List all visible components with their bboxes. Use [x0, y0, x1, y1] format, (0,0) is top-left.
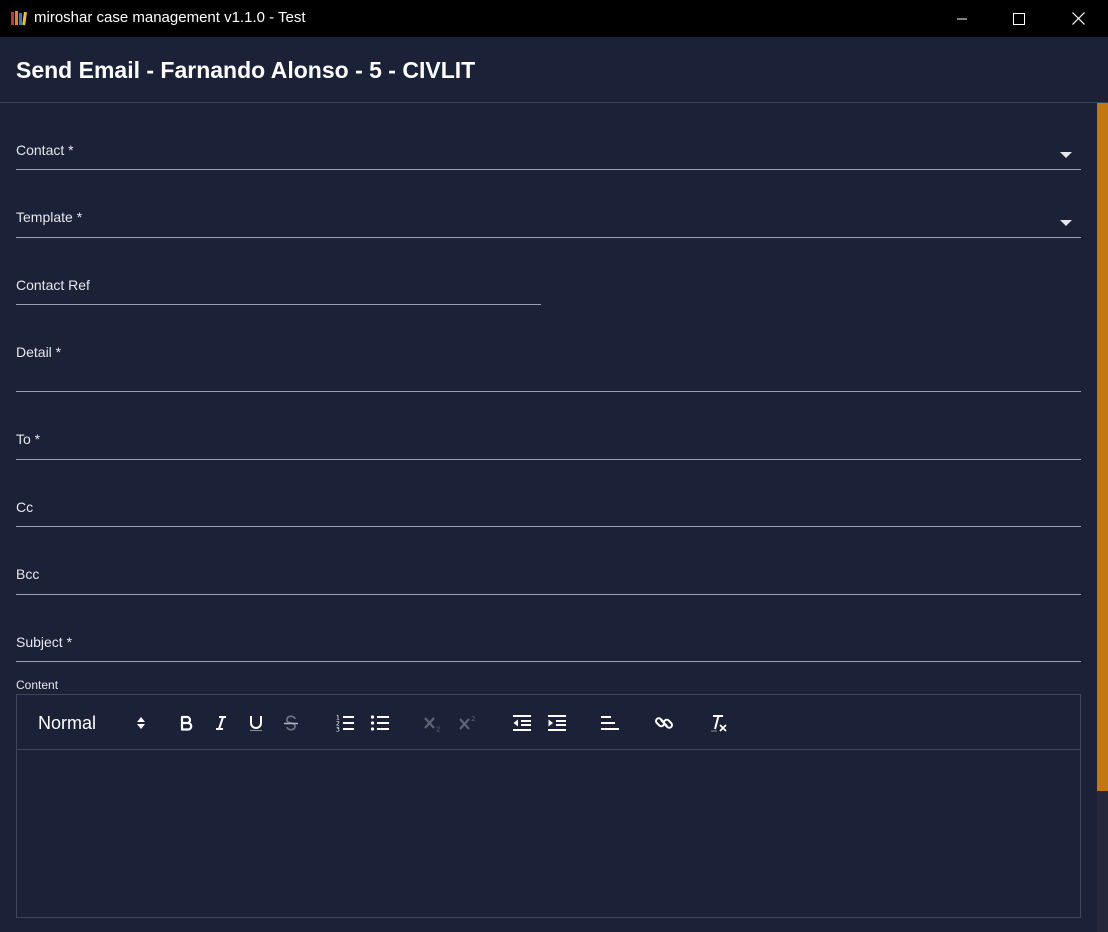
cc-field: Cc [16, 496, 1081, 527]
page-header: Send Email - Farnando Alonso - 5 - CIVLI… [0, 37, 1108, 103]
indent-button[interactable] [544, 710, 570, 736]
bcc-field: Bcc [16, 563, 1081, 595]
sort-arrows-icon [137, 717, 145, 729]
indent-icon [548, 715, 566, 731]
to-field: To * [16, 428, 1081, 460]
italic-icon [216, 716, 226, 730]
bold-button[interactable] [173, 710, 199, 736]
minimize-button[interactable] [933, 0, 991, 37]
align-left-icon [601, 716, 619, 730]
window-titlebar: miroshar case management v1.1.0 - Test [0, 0, 1108, 37]
close-button[interactable] [1049, 0, 1107, 37]
window-title: miroshar case management v1.1.0 - Test [34, 9, 306, 26]
outdent-icon [513, 715, 531, 731]
bcc-input[interactable] [16, 572, 1053, 592]
outdent-button[interactable] [509, 710, 535, 736]
detail-label: Detail * [16, 344, 62, 360]
template-select[interactable]: Template * [16, 206, 1081, 238]
editor-body[interactable] [17, 750, 1080, 917]
maximize-icon [1013, 12, 1025, 25]
clear-format-icon [711, 715, 727, 732]
scrollbar-thumb[interactable] [1097, 103, 1108, 791]
align-left-button[interactable] [597, 710, 623, 736]
subject-field: Subject * [16, 631, 1081, 662]
cc-input[interactable] [16, 504, 1053, 524]
bold-icon [180, 715, 193, 731]
close-icon [1071, 12, 1085, 25]
books-icon [11, 11, 27, 26]
page-title: Send Email - Farnando Alonso - 5 - CIVLI… [16, 57, 476, 83]
subject-input[interactable] [16, 639, 1053, 659]
bullet-list-button[interactable] [367, 710, 393, 736]
link-button[interactable] [651, 710, 677, 736]
clear-format-button[interactable] [706, 710, 732, 736]
superscript-button[interactable]: 2 [455, 710, 481, 736]
to-input[interactable] [16, 437, 1053, 457]
svg-text:2: 2 [471, 715, 475, 723]
content-label: Content [16, 678, 59, 692]
editor-toolbar: Normal 1 2 3 2 2 [17, 695, 1080, 750]
contact-ref-input[interactable] [16, 282, 513, 302]
minimize-icon [957, 18, 967, 19]
superscript-icon: 2 [459, 715, 475, 730]
contact-ref-field: Contact Ref [16, 274, 541, 305]
chevron-down-icon [1060, 152, 1072, 158]
contact-label: Contact * [16, 142, 74, 158]
underline-icon [250, 716, 262, 731]
detail-input[interactable] [16, 369, 1053, 389]
svg-text:3: 3 [336, 727, 340, 733]
vertical-scrollbar[interactable] [1097, 103, 1108, 932]
link-icon [655, 717, 673, 729]
format-select[interactable]: Normal [38, 712, 146, 734]
contact-select[interactable]: Contact * [16, 139, 1081, 170]
ordered-list-icon: 1 2 3 [336, 715, 354, 733]
underline-button[interactable] [243, 710, 269, 736]
content-editor: Normal 1 2 3 2 2 [16, 694, 1081, 918]
format-select-value: Normal [38, 713, 97, 733]
svg-text:2: 2 [436, 726, 440, 733]
template-label: Template * [16, 209, 83, 225]
strikethrough-icon [284, 715, 298, 731]
ordered-list-button[interactable]: 1 2 3 [332, 710, 358, 736]
strikethrough-button[interactable] [278, 710, 304, 736]
detail-field: Detail * [16, 341, 1081, 392]
chevron-down-icon [1060, 220, 1072, 226]
maximize-button[interactable] [990, 0, 1048, 37]
subscript-icon: 2 [424, 717, 440, 733]
bullet-list-icon [370, 715, 389, 731]
italic-button[interactable] [208, 710, 234, 736]
subscript-button[interactable]: 2 [420, 710, 446, 736]
